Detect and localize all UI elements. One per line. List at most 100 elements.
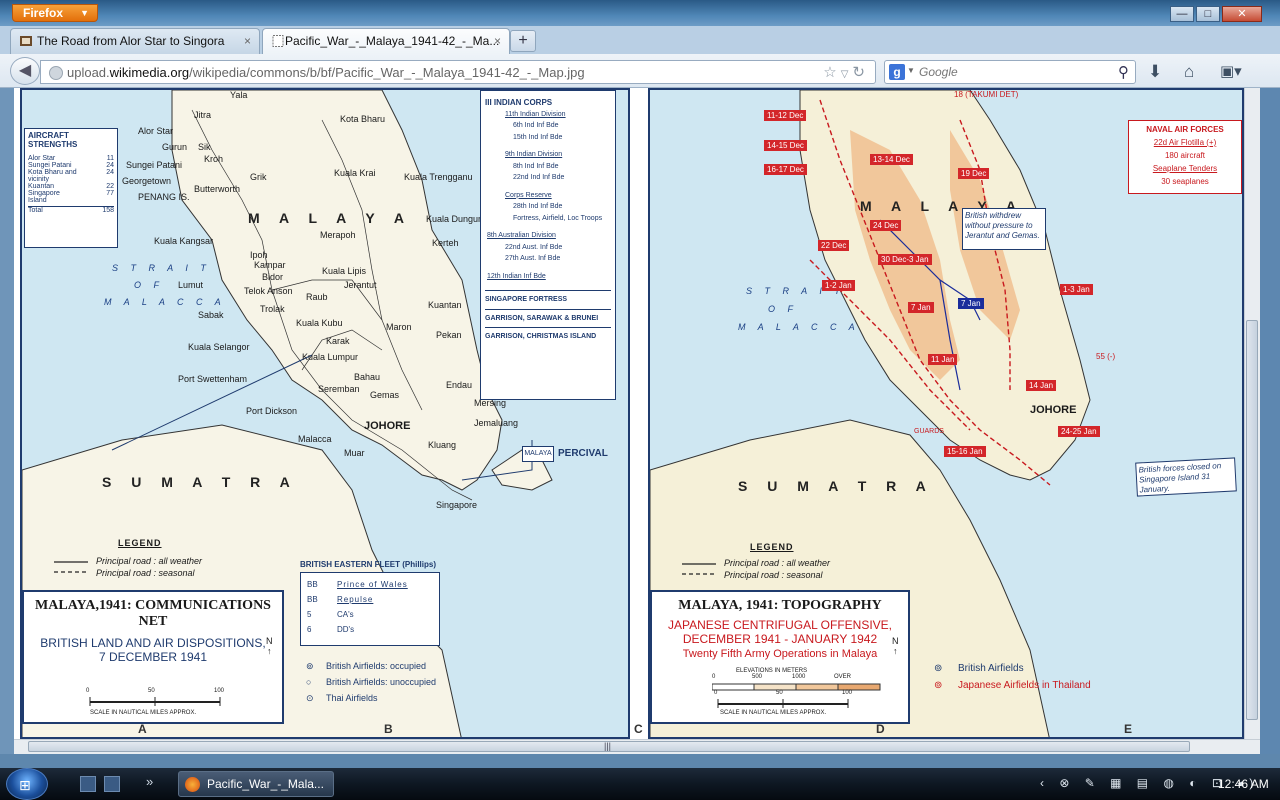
new-tab-button[interactable]: + bbox=[510, 30, 536, 52]
search-input[interactable]: Google bbox=[919, 65, 958, 79]
place-kroh: Kroh bbox=[204, 154, 224, 164]
japanese-airfield-icon: ⊚ bbox=[934, 680, 943, 691]
chevron-down-icon: ▼ bbox=[80, 8, 89, 18]
date-tag: 11 Jan bbox=[928, 354, 958, 365]
label-malaya: M A L A Y A bbox=[248, 210, 412, 226]
grid-col-a: A bbox=[138, 722, 147, 736]
switch-windows-icon[interactable] bbox=[104, 776, 120, 792]
title-bar: Firefox ▼ — □ ✕ bbox=[0, 0, 1280, 26]
naval-line: Seaplane Tenders bbox=[1152, 164, 1218, 173]
note-withdraw: British withdrew without pressure to Jer… bbox=[962, 208, 1046, 250]
place-endau: Endau bbox=[446, 380, 473, 390]
date-tag: 14 Jan bbox=[1026, 380, 1057, 391]
date-tag: 1-2 Jan bbox=[822, 280, 855, 291]
date-tag: 11-12 Dec bbox=[764, 110, 807, 121]
airfield-legend-row: ⊚ British Airfields: occupied bbox=[306, 658, 436, 674]
right-map-operations: Twenty Fifth Army Operations in Malaya bbox=[682, 648, 878, 660]
vertical-scroll-thumb[interactable] bbox=[1246, 320, 1258, 720]
left-map-subtitle: BRITISH LAND AND AIR DISPOSITIONS, bbox=[40, 636, 266, 650]
elev-tick: 500 bbox=[752, 674, 763, 680]
quick-launch-more[interactable]: » bbox=[146, 774, 153, 789]
taskbar-clock[interactable]: 12:46 AM bbox=[1218, 777, 1269, 791]
naval-line: 30 seaplanes bbox=[1161, 177, 1209, 186]
date-tag: 24-25 Jan bbox=[1058, 426, 1100, 437]
label-malacca: M A L A C C A bbox=[738, 322, 860, 332]
place-grik: Grik bbox=[250, 172, 267, 182]
place-port-dickson: Port Dickson bbox=[246, 406, 298, 416]
date-tag: 1-3 Jan bbox=[1060, 284, 1093, 295]
date-tag: 30 Dec-3 Jan bbox=[878, 254, 932, 265]
corps-line: 8th Australian Division bbox=[487, 232, 556, 239]
tab-pacific-war-map[interactable]: Pacific_War_-_Malaya_1941-42_-_Ma... × bbox=[262, 28, 510, 54]
aircraft-row: Kota Bharu and vicinity 24 bbox=[28, 169, 114, 183]
google-icon[interactable]: g bbox=[889, 64, 905, 80]
scale-tick: 0 bbox=[86, 688, 90, 694]
corps-line: 28th Ind Inf Bde bbox=[513, 203, 563, 210]
fleet-row: BB Prince of Wales bbox=[307, 580, 408, 589]
place-karak: Karak bbox=[326, 336, 350, 346]
elev-tick: 1000 bbox=[792, 674, 806, 680]
taskbar-firefox-window[interactable]: Pacific_War_-_Mala... bbox=[178, 771, 334, 797]
firefox-menu-button[interactable]: Firefox ▼ bbox=[12, 4, 98, 22]
label-of: O F bbox=[134, 280, 164, 290]
tab-road-alor-star[interactable]: The Road from Alor Star to Singora × bbox=[10, 28, 260, 54]
tab-close-button[interactable]: × bbox=[244, 29, 251, 53]
aircraft-title: AIRCRAFT STRENGTHS bbox=[28, 131, 78, 149]
back-button[interactable]: ◀ bbox=[10, 57, 40, 85]
place-georgetown: Georgetown bbox=[122, 176, 172, 186]
aircraft-strengths-box: AIRCRAFT STRENGTHS Alor Star 11 Sungei Pa… bbox=[24, 128, 118, 248]
place-alor-star: Alor Star bbox=[138, 126, 174, 136]
image-viewport[interactable]: 3 2 1 M A L A Y A S U M A T R A JOHORE S… bbox=[14, 88, 1258, 739]
maximize-button[interactable]: □ bbox=[1196, 6, 1220, 22]
tab-close-button[interactable]: × bbox=[494, 29, 501, 53]
search-bar[interactable]: g ▼ Google ⚲ bbox=[884, 60, 1136, 84]
fleet-row: BB Repulse bbox=[307, 595, 374, 604]
left-map-title-box: MALAYA,1941: COMMUNICATIONS NET BRITISH … bbox=[22, 590, 284, 724]
label-unit-55: 55 (-) bbox=[1096, 352, 1116, 361]
legend-road-symbols bbox=[54, 561, 88, 573]
place-lumut: Lumut bbox=[178, 280, 204, 290]
download-icon[interactable]: ⬇ bbox=[1148, 62, 1162, 82]
date-tag: 24 Dec bbox=[870, 220, 902, 231]
corps-line: 6th Ind Inf Bde bbox=[513, 122, 559, 129]
place-kuala-lipis: Kuala Lipis bbox=[322, 266, 367, 276]
corps-title: III INDIAN CORPS bbox=[485, 98, 553, 107]
place-kuala-krai: Kuala Krai bbox=[334, 168, 376, 178]
home-icon[interactable]: ⌂ bbox=[1184, 62, 1194, 82]
scale-label: SCALE IN NAUTICAL MILES APPROX. bbox=[720, 710, 827, 716]
grid-col-b: B bbox=[384, 722, 393, 736]
corps-line: Corps Reserve bbox=[505, 191, 552, 199]
place-sabak: Sabak bbox=[198, 310, 224, 320]
label-johore: JOHORE bbox=[1030, 404, 1077, 416]
place-ipoh: Ipoh bbox=[250, 250, 268, 260]
search-icon[interactable]: ⚲ bbox=[1118, 63, 1129, 81]
place-sik: Sik bbox=[198, 142, 211, 152]
close-window-button[interactable]: ✕ bbox=[1222, 6, 1262, 22]
bookmark-star-icon[interactable]: ☆ bbox=[823, 64, 840, 81]
north-arrow-icon: N ↑ bbox=[892, 636, 899, 656]
windows-logo-icon: ⊞ bbox=[19, 777, 31, 793]
legend-road-seasonal: Principal road : seasonal bbox=[724, 570, 823, 580]
minimize-button[interactable]: — bbox=[1170, 6, 1194, 22]
date-tag: 22 Dec bbox=[818, 240, 850, 251]
legend-road-symbols bbox=[682, 563, 716, 575]
note-singapore: British forces closed on Singapore Islan… bbox=[1135, 457, 1237, 497]
start-button[interactable]: ⊞ bbox=[6, 768, 48, 800]
reload-icon[interactable]: ↻ bbox=[852, 64, 869, 81]
aircraft-row: Alor Star 11 bbox=[28, 155, 114, 162]
place-bidor: Bidor bbox=[262, 272, 284, 282]
history-dropdown-icon[interactable]: ▽ bbox=[841, 69, 853, 80]
right-map-title-box: MALAYA, 1941: TOPOGRAPHY JAPANESE CENTRI… bbox=[650, 590, 910, 724]
place-malacca: Malacca bbox=[298, 434, 332, 444]
label-strait: S T R A I T bbox=[112, 263, 211, 273]
corps-order-box: III INDIAN CORPS 11th Indian Division 6t… bbox=[480, 90, 616, 400]
label-malacca: M A L A C C A bbox=[104, 297, 226, 307]
corps-line: 15th Ind Inf Bde bbox=[513, 133, 563, 141]
place-jemaluang: Jemaluang bbox=[474, 418, 519, 428]
scale-tick: 0 bbox=[714, 690, 718, 696]
toolbar-menu-icon[interactable]: ▣▾ bbox=[1220, 62, 1242, 80]
grid-col-e: E bbox=[1124, 722, 1133, 736]
show-desktop-icon[interactable] bbox=[80, 776, 96, 792]
place-jitra: Jitra bbox=[194, 110, 212, 120]
address-bar[interactable]: upload.wikimedia.org/wikipedia/commons/b… bbox=[40, 60, 876, 84]
